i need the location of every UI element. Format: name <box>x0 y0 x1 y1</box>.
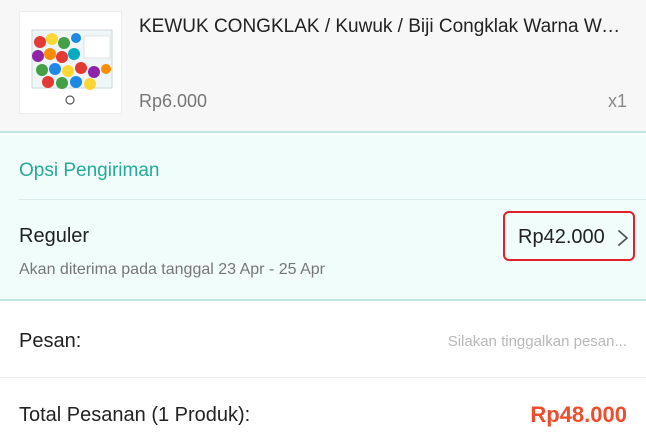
shipping-method[interactable]: Reguler <box>19 225 89 248</box>
product-price: Rp6.000 <box>139 91 208 111</box>
total-value: Rp48.000 <box>530 402 627 427</box>
message-input[interactable] <box>367 328 627 354</box>
order-total: Total Pesanan (1 Produk): Rp48.000 <box>0 379 646 444</box>
shipping-price: Rp42.000 <box>518 226 605 248</box>
chevron-right-icon <box>618 230 628 246</box>
total-label: Total Pesanan (1 Produk): <box>19 404 251 426</box>
shipping-heading: Opsi Pengiriman <box>19 160 160 181</box>
product-title: KEWUK CONGKLAK / Kuwuk / Biji Congklak W… <box>139 16 629 37</box>
product-row[interactable]: KEWUK CONGKLAK / Kuwuk / Biji Congklak W… <box>0 0 646 133</box>
product-thumbnail[interactable] <box>19 11 122 114</box>
message-row: Pesan: <box>0 303 646 378</box>
product-image <box>20 12 121 113</box>
shipping-eta: Akan diterima pada tanggal 23 Apr - 25 A… <box>19 261 325 278</box>
divider <box>19 199 646 200</box>
message-label: Pesan: <box>19 330 82 352</box>
shipping-options: Opsi Pengiriman Reguler Akan diterima pa… <box>0 135 646 301</box>
product-quantity: x1 <box>607 91 627 111</box>
shipping-price-button[interactable]: Rp42.000 <box>503 211 635 261</box>
